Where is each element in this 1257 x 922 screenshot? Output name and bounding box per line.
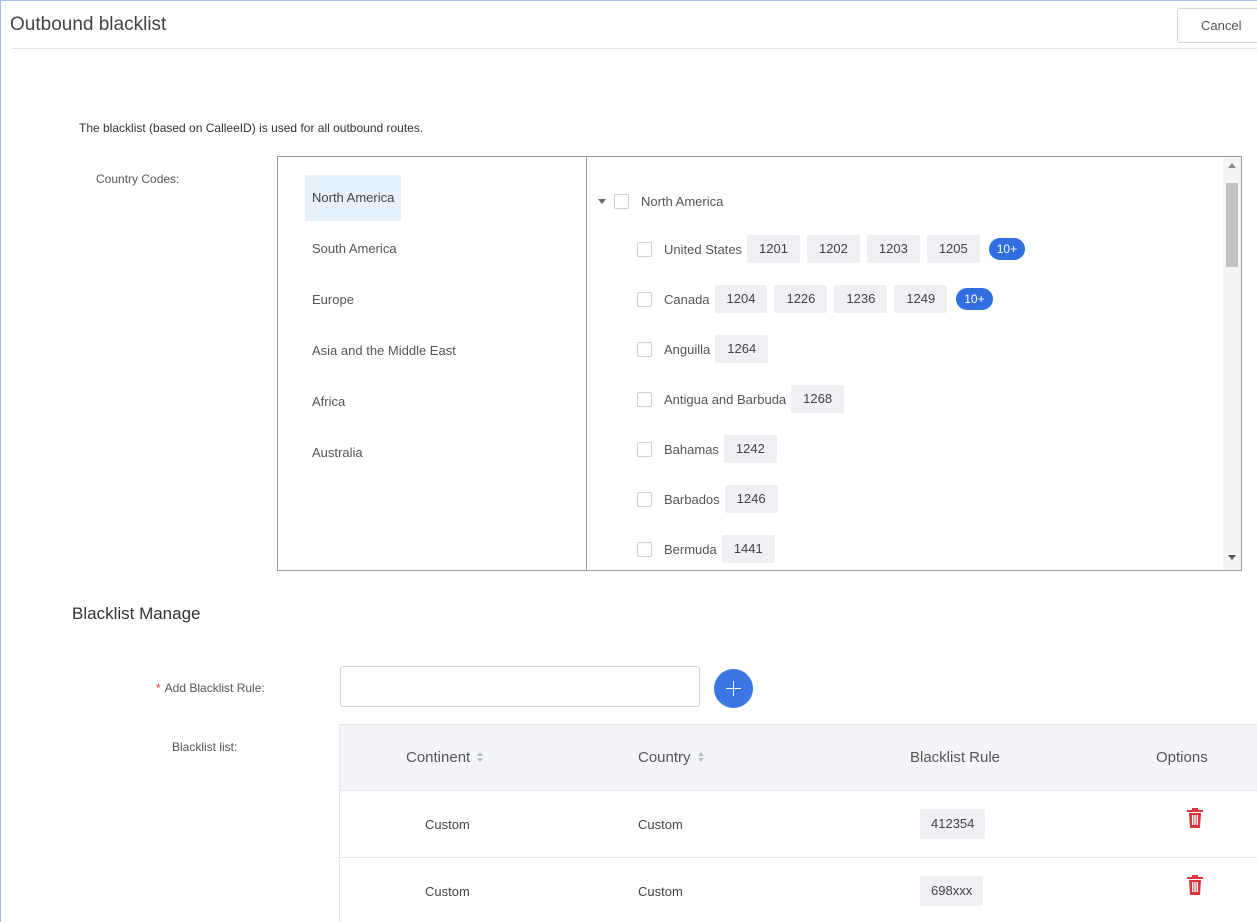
country-checkbox[interactable] (637, 491, 652, 507)
header-divider (12, 48, 1257, 49)
country-codes-panel: North America South America Europe Asia and… (277, 156, 1242, 571)
blacklist-manage-title: Blacklist Manage (72, 604, 201, 623)
continent-item[interactable]: Asia and the Middle East (305, 328, 463, 374)
trash-icon[interactable] (1187, 808, 1203, 828)
cell-country: Custom (638, 884, 683, 899)
cancel-button[interactable]: Cancel (1177, 8, 1257, 43)
code-chip: 1202 (806, 235, 860, 263)
table-row: Custom Custom 412354 (340, 791, 1257, 858)
add-rule-button[interactable] (714, 669, 753, 708)
country-checkbox[interactable] (637, 241, 652, 257)
table-row: Custom Custom 698xxx (340, 858, 1257, 922)
blacklist-list-label: Blacklist list: (172, 740, 238, 754)
cell-continent: Custom (425, 884, 470, 899)
country-name: United States (664, 241, 743, 257)
country-name: Bahamas (664, 441, 719, 457)
add-rule-label: * Add Blacklist Rule: (156, 681, 265, 695)
more-codes-badge[interactable]: 10+ (956, 288, 993, 310)
scroll-thumb[interactable] (1226, 183, 1238, 267)
column-header-label: Options (1156, 749, 1208, 766)
continent-item[interactable]: Africa (305, 379, 352, 425)
tree-root-label: North America (641, 193, 724, 209)
country-name: Canada (664, 291, 710, 307)
column-header-rule: Blacklist Rule (910, 749, 1000, 766)
country-tree: North America United States 1201 1202 1203 1… (587, 157, 1223, 570)
dialog-header: Outbound blacklist Cancel (0, 0, 1257, 50)
code-chip: 1264 (715, 335, 769, 363)
add-rule-input[interactable] (340, 666, 700, 707)
code-chip: 1242 (723, 435, 777, 463)
cell-continent: Custom (425, 817, 470, 832)
column-header-label: Continent (406, 749, 471, 766)
scroll-down-icon[interactable] (1228, 555, 1236, 560)
country-row: Barbados 1246 (637, 485, 778, 513)
code-chip: 1236 (834, 285, 888, 313)
add-rule-label-text: Add Blacklist Rule: (164, 681, 265, 695)
country-name: Bermuda (664, 541, 717, 557)
continent-item[interactable]: Europe (305, 277, 361, 323)
country-checkbox[interactable] (637, 391, 652, 407)
country-checkbox[interactable] (637, 541, 652, 557)
code-chip: 1441 (721, 535, 775, 563)
dialog-title: Outbound blacklist (10, 14, 167, 35)
code-chip: 1226 (774, 285, 828, 313)
code-chip: 1201 (747, 235, 800, 263)
country-codes-label: Country Codes: (96, 172, 180, 186)
trash-icon[interactable] (1187, 875, 1203, 895)
country-checkbox[interactable] (637, 441, 652, 457)
cell-rule: 698xxx (920, 876, 984, 906)
continent-item[interactable]: North America (305, 175, 402, 221)
blacklist-table: Continent Country Blacklist Rule Options… (339, 724, 1257, 922)
description-text: The blacklist (based on CalleeID) is use… (79, 121, 424, 135)
country-name: Antigua and Barbuda (664, 391, 787, 407)
country-checkbox[interactable] (637, 341, 652, 357)
column-header-continent[interactable]: Continent (406, 749, 484, 766)
scroll-up-icon[interactable] (1228, 163, 1236, 168)
code-chip: 1205 (926, 235, 980, 263)
cell-country: Custom (638, 817, 683, 832)
country-name: Anguilla (664, 341, 711, 357)
code-chip: 1268 (791, 385, 845, 413)
country-row: Anguilla 1264 (637, 335, 769, 363)
code-chip: 1246 (724, 485, 778, 513)
country-name: Barbados (664, 491, 720, 507)
more-codes-badge[interactable]: 10+ (988, 238, 1026, 260)
caret-down-icon[interactable] (598, 198, 606, 204)
table-header: Continent Country Blacklist Rule Options (340, 725, 1257, 791)
continent-item[interactable]: Australia (305, 430, 370, 476)
tree-root-row[interactable]: North America (598, 187, 723, 215)
required-mark: * (156, 681, 161, 695)
continent-item[interactable]: South America (305, 226, 404, 272)
sort-icon[interactable] (697, 752, 705, 763)
country-row: Bahamas 1242 (637, 435, 777, 463)
cell-rule: 412354 (920, 809, 986, 839)
column-header-label: Country (638, 749, 691, 766)
tree-scrollbar[interactable] (1223, 157, 1241, 570)
country-row: Canada 1204 1226 1236 1249 10+ (637, 285, 993, 313)
country-checkbox[interactable] (637, 291, 652, 307)
country-row: United States 1201 1202 1203 1205 10+ (637, 235, 1026, 263)
code-chip: 1203 (866, 235, 920, 263)
tree-root-checkbox[interactable] (614, 193, 629, 209)
code-chip: 1204 (714, 285, 768, 313)
column-header-label: Blacklist Rule (910, 749, 1001, 766)
column-header-options: Options (1156, 749, 1208, 766)
country-row: Antigua and Barbuda 1268 (637, 385, 845, 413)
column-header-country[interactable]: Country (638, 749, 705, 766)
sort-icon[interactable] (477, 752, 484, 763)
code-chip: 1249 (894, 285, 948, 313)
country-row: Bermuda 1441 (637, 535, 775, 563)
